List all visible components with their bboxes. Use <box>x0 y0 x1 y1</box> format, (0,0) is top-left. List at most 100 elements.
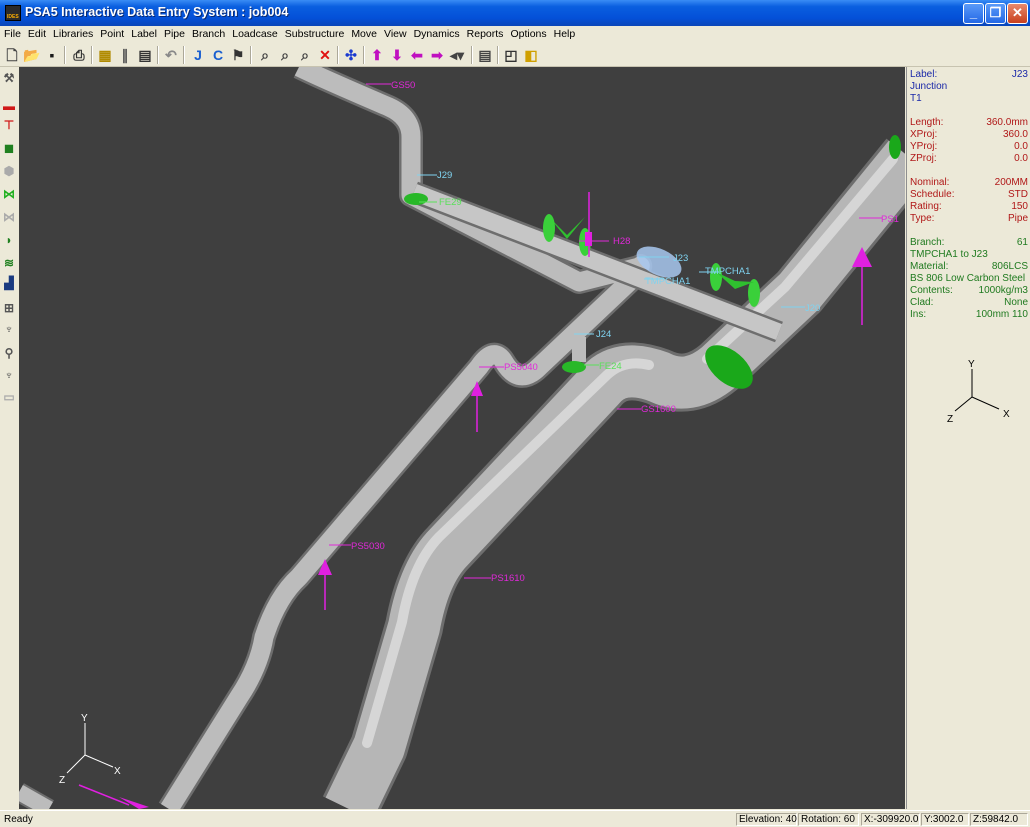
flange-fe24[interactable] <box>562 361 586 373</box>
prop-label: Label: J23 <box>910 69 1028 80</box>
toolbar-separator <box>91 46 93 64</box>
menu-loadcase[interactable]: Loadcase <box>228 26 281 40</box>
axis-x-label: X <box>114 766 121 777</box>
prop-sub-line: T1 <box>910 93 922 104</box>
undo-icon[interactable]: ↶ <box>162 46 180 64</box>
close-button[interactable]: ✕ <box>1007 3 1028 24</box>
calculator-icon[interactable]: ▦ <box>96 46 114 64</box>
axis-z-label: Z <box>59 775 65 786</box>
menu-edit[interactable]: Edit <box>24 26 49 40</box>
prop-yproj: YProj: 0.0 <box>910 141 1028 152</box>
menu-dynamics[interactable]: Dynamics <box>410 26 463 40</box>
valve-flange-icon[interactable] <box>543 214 555 242</box>
arrow-up-icon[interactable]: ⬆ <box>368 46 386 64</box>
guide-icon[interactable]: ♆ <box>2 368 16 382</box>
node-label[interactable]: PS5040 <box>504 362 538 373</box>
node-label[interactable]: FE24 <box>599 361 622 372</box>
toolbar-separator <box>497 46 499 64</box>
open-icon[interactable]: 📂 <box>23 46 41 64</box>
menu-view[interactable]: View <box>380 26 410 40</box>
minimize-button[interactable]: _ <box>963 3 984 24</box>
hanger-icon[interactable]: ⊞ <box>2 301 16 315</box>
grid-icon[interactable]: ▤ <box>136 46 154 64</box>
piping-model-scene[interactable]: GS50 J29 FE29 H28 J23 TMPCHA1 TMPCHA1 J2… <box>19 67 905 809</box>
lower-pipe[interactable] <box>19 785 53 809</box>
status-z-coord: Z:59842.0 <box>970 813 1028 826</box>
node-label[interactable]: FE29 <box>439 197 462 208</box>
zoom-out-icon[interactable]: ⌕ <box>296 46 314 64</box>
menu-file[interactable]: File <box>0 26 24 40</box>
node-label[interactable]: TMPCHA1 <box>705 266 750 277</box>
valve-green-icon[interactable]: ⋈ <box>2 187 16 201</box>
spring-icon[interactable]: ≋ <box>2 256 16 270</box>
arrow-down-icon[interactable]: ⬇ <box>388 46 406 64</box>
node-label[interactable]: J23 <box>673 253 688 264</box>
axis-x-label: X <box>1003 409 1010 420</box>
anchor-icon[interactable]: ⚲ <box>2 346 16 360</box>
menu-help[interactable]: Help <box>550 26 579 40</box>
element-toolbar: ⚒ ▬ ⊤ ◼ ⬢ ⋈ ⋈ ◗ ≋ ▟ ⊞ ♆ ⚲ ♆ ▭ <box>0 67 18 809</box>
node-label[interactable]: J24 <box>596 329 611 340</box>
large-flange-icon[interactable] <box>889 135 901 159</box>
node-label[interactable]: TMPCHA1 <box>645 276 690 287</box>
menu-substructure[interactable]: Substructure <box>281 26 348 40</box>
menu-point[interactable]: Point <box>96 26 127 40</box>
print-icon[interactable]: ⎙ <box>70 46 88 64</box>
prop-length: Length: 360.0mm <box>910 117 1028 128</box>
restraint-icon[interactable]: ⚒ <box>2 71 16 85</box>
tee-icon[interactable]: ⚑ <box>229 46 247 64</box>
prop-material-line: BS 806 Low Carbon Steel <box>910 273 1026 284</box>
reducer-icon[interactable]: ◗ <box>2 233 16 247</box>
view-dropdown-icon[interactable]: ◂▾ <box>448 46 466 64</box>
3d-viewport[interactable]: GS50 J29 FE29 H28 J23 TMPCHA1 TMPCHA1 J2… <box>19 67 905 809</box>
node-label[interactable]: GS1600 <box>641 404 676 415</box>
toolbar-separator <box>250 46 252 64</box>
prop-ins: Ins: 100mm 110 <box>910 309 1028 320</box>
menu-move[interactable]: Move <box>347 26 380 40</box>
toolbar-separator <box>64 46 66 64</box>
arrow-right-icon[interactable]: ➡ <box>428 46 446 64</box>
menu-pipe[interactable]: Pipe <box>160 26 188 40</box>
ruler-icon[interactable]: ∥ <box>116 46 134 64</box>
toolbar-separator <box>157 46 159 64</box>
wireframe-icon[interactable]: ◰ <box>502 46 520 64</box>
menu-branch[interactable]: Branch <box>188 26 228 40</box>
maximize-button[interactable]: ❐ <box>985 3 1006 24</box>
node-label[interactable]: PS1610 <box>491 573 525 584</box>
menu-reports[interactable]: Reports <box>463 26 507 40</box>
flange-fe29[interactable] <box>404 193 428 205</box>
node-label[interactable]: PS1 <box>881 214 899 225</box>
arrow-left-icon[interactable]: ⬅ <box>408 46 426 64</box>
title-bar[interactable]: PSA5 Interactive Data Entry System : job… <box>0 0 1030 26</box>
tee-red-icon[interactable]: ⊤ <box>2 118 16 132</box>
pipe-red-icon[interactable]: ▬ <box>2 99 16 113</box>
connect-c-icon[interactable]: C <box>209 46 227 64</box>
new-icon[interactable]: 🗋 <box>3 46 21 64</box>
delete-red-x-icon[interactable]: ✕ <box>316 46 334 64</box>
properties-icon[interactable]: ▤ <box>476 46 494 64</box>
zoom-in-icon[interactable]: ⌕ <box>276 46 294 64</box>
menu-label[interactable]: Label <box>127 26 160 40</box>
menu-libraries[interactable]: Libraries <box>49 26 96 40</box>
app-logo-icon <box>5 5 21 21</box>
menu-options[interactable]: Options <box>506 26 549 40</box>
pan-icon[interactable]: ✣ <box>342 46 360 64</box>
save-icon[interactable]: ▪ <box>43 46 61 64</box>
large-pipe[interactable] <box>325 140 905 809</box>
solid-icon[interactable]: ◧ <box>522 46 540 64</box>
support-rod <box>78 784 130 806</box>
node-label[interactable]: J29 <box>437 170 452 181</box>
toolbar-separator <box>471 46 473 64</box>
zoom-window-icon[interactable]: ⌕ <box>256 46 274 64</box>
node-label[interactable]: PS5030 <box>351 541 385 552</box>
flange-icon[interactable]: ◼ <box>2 141 16 155</box>
valve-grey-icon[interactable]: ⬢ <box>2 164 16 178</box>
support-icon[interactable]: ▟ <box>2 276 16 290</box>
node-label[interactable]: J20 <box>805 303 820 314</box>
node-label[interactable]: GS50 <box>391 80 415 91</box>
junction-j-icon[interactable]: J <box>189 46 207 64</box>
node-label[interactable]: H28 <box>613 236 630 247</box>
snubber-icon[interactable]: ♆ <box>2 322 16 336</box>
prop-xproj: XProj: 360.0 <box>910 129 1028 140</box>
status-rotation: Rotation: 60 <box>798 813 859 826</box>
